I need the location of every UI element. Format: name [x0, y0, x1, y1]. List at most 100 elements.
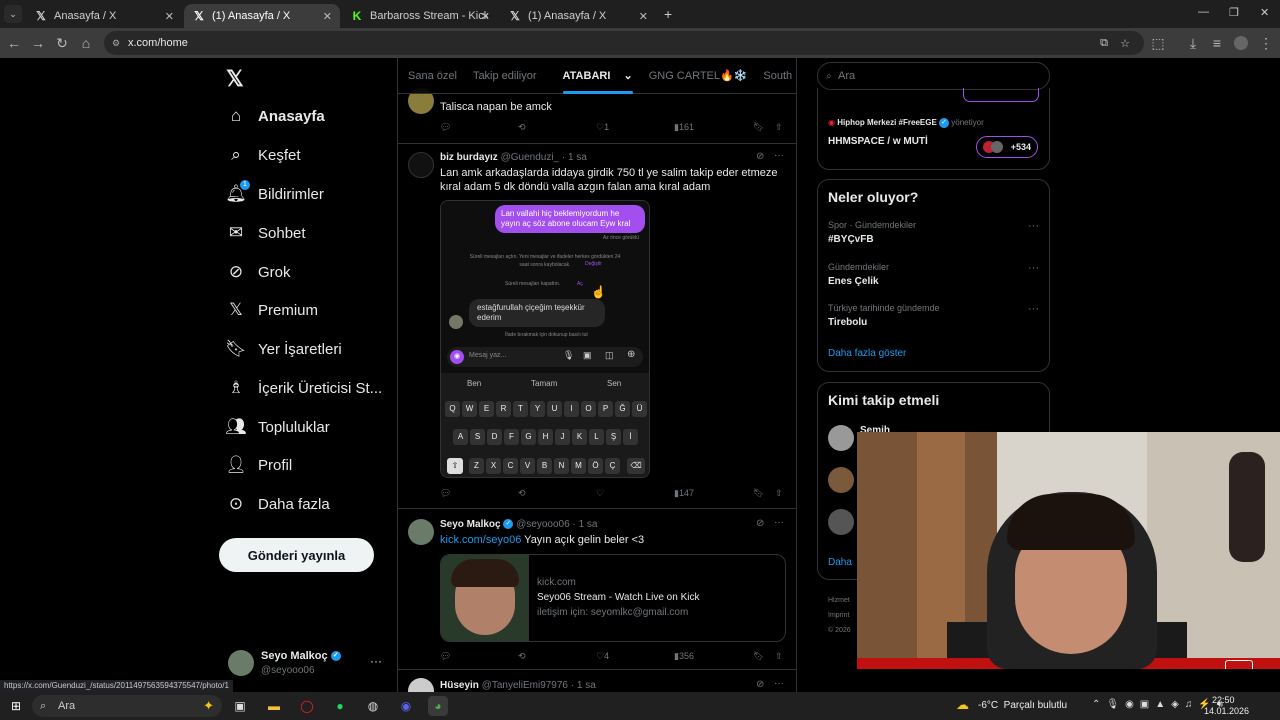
share-icon[interactable]: ⇧: [775, 488, 783, 499]
more-icon[interactable]: ···: [774, 517, 784, 528]
forward-icon[interactable]: →: [28, 33, 48, 53]
tab-atabari[interactable]: ATABARI ⌄: [553, 69, 633, 94]
tweet[interactable]: Seyo Malkoç ✓ @seyooo06 · 1 sa ⊘ ··· kic…: [398, 509, 796, 670]
clock-time[interactable]: 22:50: [1212, 695, 1235, 705]
close-icon[interactable]: ✕: [165, 10, 174, 23]
browser-tab-3[interactable]: K Barbaross Stream - Kick Dashbo ✕: [342, 4, 498, 28]
window-close-button[interactable]: ✕: [1260, 6, 1269, 19]
tweet-link[interactable]: kick.com/seyo06: [440, 534, 521, 546]
more-icon[interactable]: ···: [1028, 303, 1039, 315]
like-button[interactable]: ♡ 4: [596, 651, 609, 662]
share-icon[interactable]: ⇧: [775, 122, 783, 133]
sidebar-item-notifications[interactable]: 🔔︎ 1 Bildirimler: [225, 176, 324, 212]
tab-south-side[interactable]: South Side: [763, 70, 796, 82]
clock-date[interactable]: 14.01.2026: [1204, 706, 1249, 716]
views-count[interactable]: ▮ 356: [674, 651, 694, 662]
sidebar-item-creator-studio[interactable]: ♗ İçerik Üreticisi St...: [226, 370, 382, 406]
reply-icon[interactable]: 💬︎: [440, 122, 451, 133]
like-icon[interactable]: ♡: [596, 488, 604, 499]
tweet[interactable]: Talisca napan be amck 💬︎ ⟲ ♡ 1 ▮ 161 🔖︎ …: [398, 86, 796, 144]
chrome-icon[interactable]: ◕: [428, 696, 448, 716]
like-button[interactable]: ♡ 1: [596, 122, 609, 133]
browser-tab-1[interactable]: 𝕏 Anasayfa / X ✕: [26, 4, 182, 28]
search-input[interactable]: ⌕ Ara: [817, 62, 1050, 90]
views-count[interactable]: ▮ 147: [674, 488, 694, 499]
reply-icon[interactable]: 💬︎: [440, 488, 451, 499]
bookmark-icon[interactable]: 🔖︎: [753, 651, 764, 662]
tweet[interactable]: biz burdayız @Guenduzi_ · 1 sa ⊘ ··· Lan…: [398, 144, 796, 509]
windows-start-icon[interactable]: ⊞: [6, 696, 26, 716]
tweet[interactable]: Hüseyin @TanyeliEmi97976 · 1 sa ⊘ ···: [398, 670, 796, 692]
new-tab-button[interactable]: +: [664, 6, 672, 22]
grok-icon[interactable]: ⊘: [756, 679, 764, 690]
sidebar-item-grok[interactable]: ⊘ Grok: [226, 254, 291, 290]
x-logo-icon[interactable]: 𝕏: [226, 66, 244, 92]
keyboard-key: V: [520, 458, 535, 474]
browser-tab-2[interactable]: 𝕏 (1) Anasayfa / X ✕: [184, 4, 340, 28]
link-card[interactable]: kick.com Seyo06 Stream - Watch Live on K…: [440, 554, 786, 642]
sidebar-item-premium[interactable]: 𝕏 Premium: [226, 292, 318, 328]
retweet-icon[interactable]: ⟲: [518, 651, 526, 662]
show-more-link[interactable]: Daha: [828, 557, 852, 568]
tab-for-you[interactable]: Sana özel: [408, 70, 457, 82]
sidebar-item-explore[interactable]: ⌕ Keşfet: [226, 137, 300, 173]
media-icon[interactable]: ≡: [1207, 33, 1227, 53]
weather-text[interactable]: -6°C Parçalı bulutlu: [978, 700, 1067, 711]
back-icon[interactable]: ←: [4, 33, 24, 53]
bookmark-icon[interactable]: 🔖︎: [753, 122, 764, 133]
more-icon[interactable]: ···: [774, 150, 784, 161]
share-icon[interactable]: ⇧: [775, 651, 783, 662]
close-icon[interactable]: ✕: [323, 10, 332, 23]
download-icon[interactable]: ⤓: [1183, 33, 1203, 53]
sidebar-item-bookmarks[interactable]: 🔖︎ Yer İşaretleri: [225, 331, 341, 367]
install-icon[interactable]: ⧉: [1100, 37, 1108, 50]
tab-gng-cartel[interactable]: GNG CARTEL🔥❄️: [649, 69, 748, 82]
sidebar-item-chat[interactable]: ✉ Sohbet: [226, 215, 306, 251]
sidebar-item-home[interactable]: ⌂ Anasayfa: [226, 98, 325, 134]
discord-icon[interactable]: ◉: [396, 696, 416, 716]
restore-button[interactable]: ❐: [1229, 6, 1239, 19]
more-icon[interactable]: ···: [1028, 262, 1039, 274]
profile-avatar[interactable]: [1231, 33, 1251, 53]
taskbar-search[interactable]: ⌕ Ara ✦: [32, 695, 222, 717]
close-icon[interactable]: ✕: [639, 10, 648, 23]
reply-icon[interactable]: 💬︎: [440, 651, 451, 662]
spotify-icon[interactable]: ●: [330, 696, 350, 716]
bookmark-icon[interactable]: 🔖︎: [753, 488, 764, 499]
weather-icon[interactable]: ☁: [956, 697, 969, 713]
opera-icon[interactable]: ◯: [297, 696, 317, 716]
sidebar-item-more[interactable]: ⊙ Daha fazla: [226, 486, 330, 522]
more-icon[interactable]: ···: [1028, 220, 1039, 232]
tab-search-button[interactable]: ⌄: [4, 5, 22, 23]
spaces-card[interactable]: ◉ Hiphop Merkezi #FreeEGE ✓ yönetiyor HH…: [817, 88, 1050, 170]
retweet-icon[interactable]: ⟲: [518, 488, 526, 499]
sidebar-item-profile[interactable]: 👤︎ Profil: [225, 447, 292, 483]
keyboard-row-1: QWERTYUIOPĞÜ: [445, 401, 647, 419]
bookmark-star-icon[interactable]: ☆: [1120, 37, 1130, 50]
more-icon[interactable]: ···: [370, 654, 382, 668]
more-icon[interactable]: ···: [774, 678, 784, 689]
tweet-media-image[interactable]: Lan vallahi hiç beklemiyordum he yayın a…: [440, 200, 650, 478]
site-info-icon[interactable]: ⚙: [112, 38, 120, 49]
minimize-button[interactable]: —: [1198, 6, 1209, 18]
url-bar[interactable]: ⚙ x.com/home ⧉ ☆: [104, 31, 1144, 55]
grok-icon[interactable]: ⊘: [756, 518, 764, 529]
views-count[interactable]: ▮ 161: [674, 122, 694, 133]
home-icon[interactable]: ⌂: [76, 33, 96, 53]
account-switcher[interactable]: Seyo Malkoç ✓ @seyooo06 ···: [226, 648, 386, 680]
sidebar-item-communities[interactable]: 👥︎ Topluluklar: [225, 409, 330, 445]
close-icon[interactable]: ✕: [481, 10, 490, 23]
menu-icon[interactable]: ⋮: [1256, 33, 1276, 53]
space-join-pill[interactable]: +534: [976, 136, 1038, 158]
task-view-icon[interactable]: ▣: [230, 696, 250, 716]
obs-icon[interactable]: ◍: [363, 696, 383, 716]
retweet-icon[interactable]: ⟲: [518, 122, 526, 133]
browser-tab-4[interactable]: 𝕏 (1) Anasayfa / X ✕: [500, 4, 656, 28]
reload-icon[interactable]: ↻: [52, 33, 72, 53]
extensions-icon[interactable]: ⬚: [1148, 33, 1168, 53]
file-explorer-icon[interactable]: ▬: [264, 696, 284, 716]
grok-icon[interactable]: ⊘: [756, 151, 764, 162]
tab-following[interactable]: Takip ediliyor: [473, 70, 537, 82]
show-more-link[interactable]: Daha fazla göster: [828, 348, 906, 359]
post-button[interactable]: Gönderi yayınla: [219, 538, 374, 572]
